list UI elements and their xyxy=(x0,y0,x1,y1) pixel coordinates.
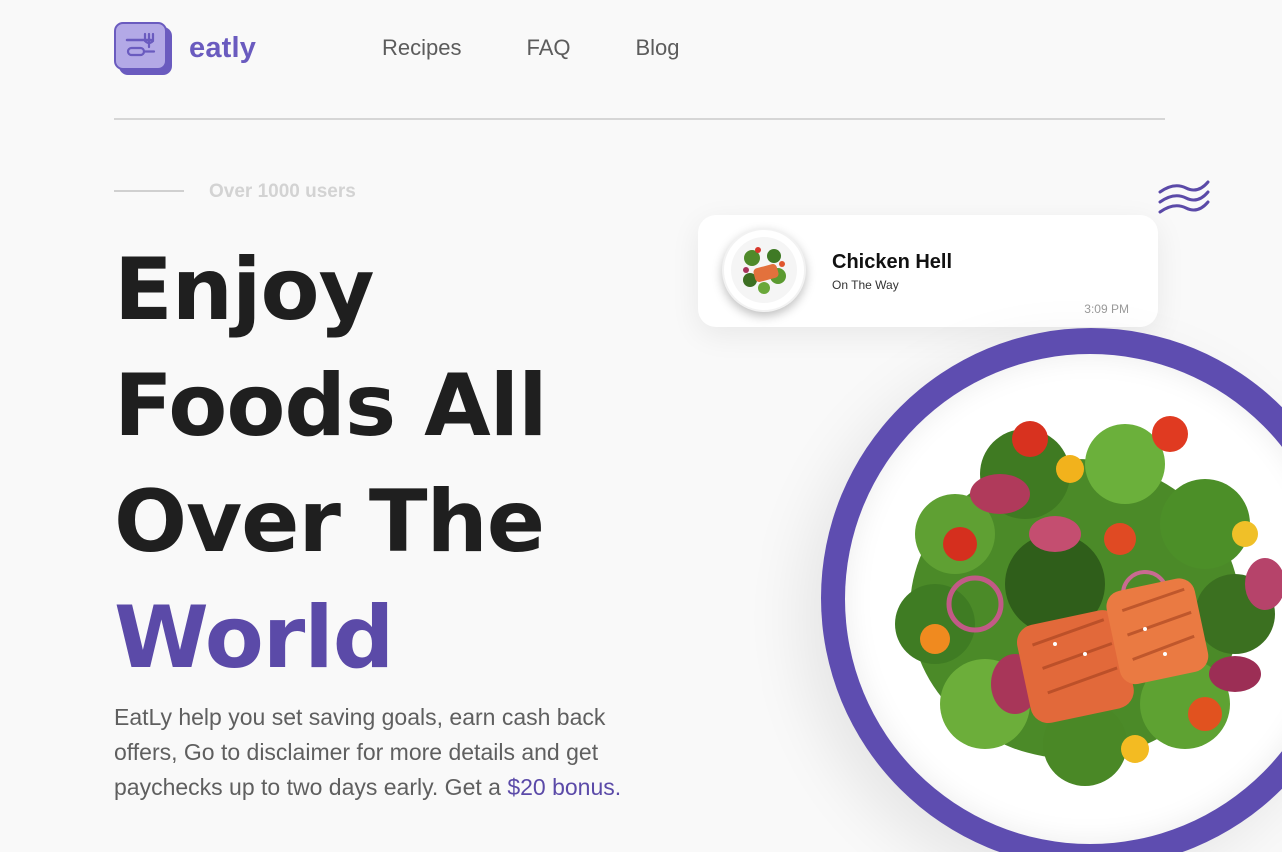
bonus-link[interactable]: $20 bonus. xyxy=(507,774,621,800)
salad-thumbnail-image xyxy=(722,228,806,312)
main-nav: Recipes FAQ Blog xyxy=(382,35,745,61)
nav-item-blog[interactable]: Blog xyxy=(636,35,680,61)
plate-ring xyxy=(821,328,1282,852)
order-status: On The Way xyxy=(832,278,899,292)
hero-title-accent: World xyxy=(114,588,394,688)
users-count-label: Over 1000 users xyxy=(209,181,356,202)
order-time: 3:09 PM xyxy=(1084,302,1129,316)
brand-name: eatly xyxy=(189,32,257,64)
hero-title: Enjoy Foods All Over The World xyxy=(114,232,548,696)
nav-item-recipes[interactable]: Recipes xyxy=(382,35,461,61)
order-title: Chicken Hell xyxy=(832,251,953,273)
salmon-salad-image xyxy=(845,354,1282,844)
header-divider xyxy=(114,118,1165,120)
logo-cutlery-icon xyxy=(114,22,172,75)
landing-page: eatly Recipes FAQ Blog Over 1000 users E… xyxy=(0,0,1282,852)
hero-title-line-3: Over The xyxy=(114,472,545,572)
hero-title-line-2: Foods All xyxy=(114,356,548,456)
hero-description: EatLy help you set saving goals, earn ca… xyxy=(114,700,674,805)
waves-decoration-icon xyxy=(1158,180,1210,214)
order-status-card[interactable]: Chicken Hell On The Way 3:09 PM xyxy=(698,215,1158,327)
hero-title-line-1: Enjoy xyxy=(114,240,375,340)
users-label-line xyxy=(114,190,184,192)
nav-item-faq[interactable]: FAQ xyxy=(526,35,570,61)
brand-logo[interactable]: eatly xyxy=(114,22,256,75)
